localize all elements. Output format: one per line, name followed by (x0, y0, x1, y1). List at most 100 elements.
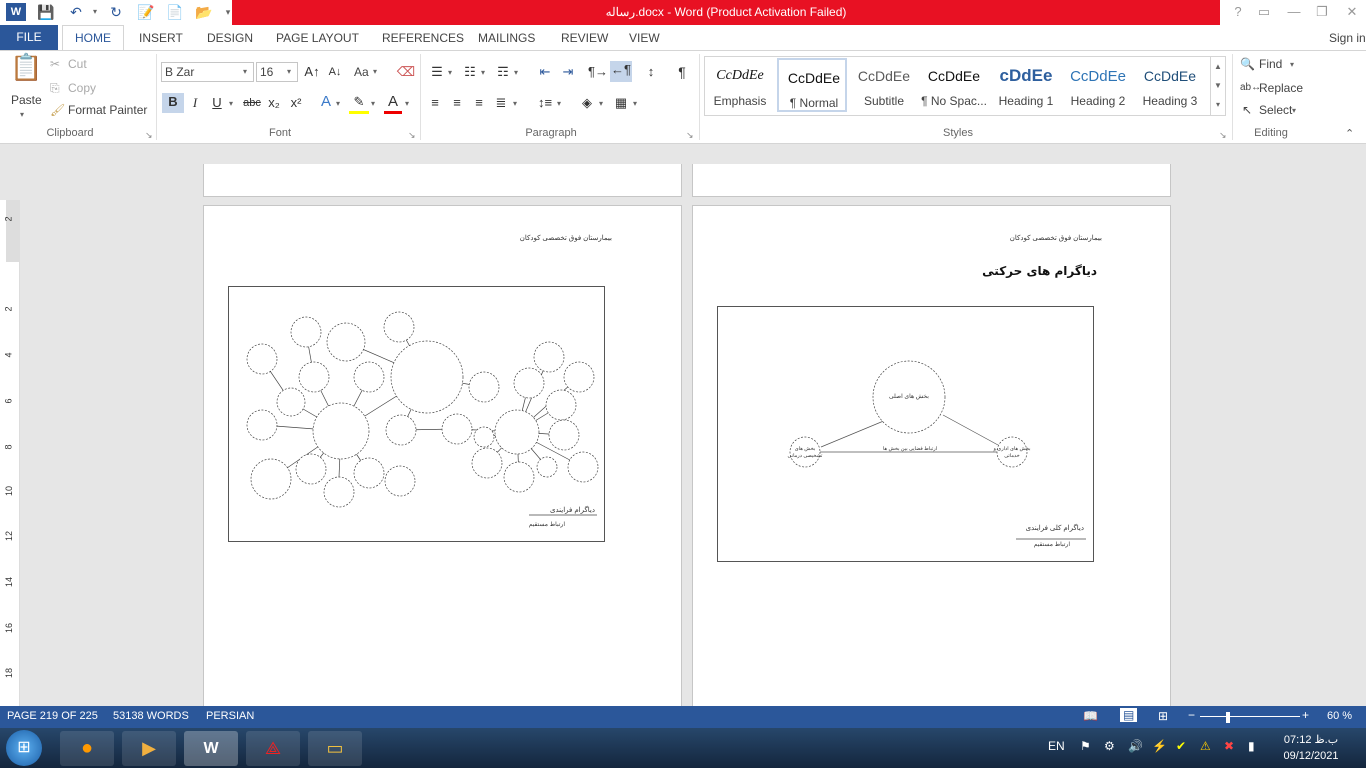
redo-icon[interactable]: ↻ (106, 3, 126, 21)
find-dropdown-icon[interactable]: ▾ (1290, 56, 1294, 74)
highlight-icon[interactable]: ✎ (349, 93, 369, 114)
clock-time[interactable]: 07:12 ب.ظ (1278, 733, 1344, 746)
word-taskbar-icon[interactable]: W (184, 731, 238, 766)
sort-icon[interactable]: ↕ (642, 63, 660, 81)
warning-icon[interactable]: ⚠ (1200, 739, 1211, 753)
undo-dropdown-icon[interactable]: ▾ (85, 3, 105, 21)
ltr-icon[interactable]: ¶→ (588, 63, 608, 81)
line-spacing-icon[interactable]: ↕≡ (535, 94, 555, 112)
shrink-font-icon[interactable]: A↓ (325, 63, 345, 81)
close-button[interactable]: ✕ (1340, 3, 1364, 21)
find-button[interactable]: Find (1259, 55, 1282, 73)
bullets-icon[interactable]: ☰ (428, 63, 446, 81)
collapse-ribbon-icon[interactable]: ⌃ (1345, 125, 1354, 143)
clock-date[interactable]: 09/12/2021 (1278, 750, 1344, 762)
font-size-dropdown-icon[interactable]: ▾ (287, 63, 291, 81)
tab-references[interactable]: REFERENCES (382, 29, 464, 47)
zoom-slider[interactable] (1200, 716, 1300, 717)
web-layout-icon[interactable]: ⊞ (1158, 709, 1168, 723)
action-center-icon[interactable]: ✖ (1224, 739, 1234, 753)
input-language[interactable]: EN (1048, 739, 1065, 753)
minimize-button[interactable]: — (1282, 3, 1306, 21)
font-launcher-icon[interactable]: ↘ (408, 126, 416, 144)
start-button[interactable]: ⊞ (6, 730, 42, 766)
line-spacing-dropdown-icon[interactable]: ▾ (557, 95, 561, 113)
text-effects-icon[interactable]: A (317, 93, 335, 111)
zoom-in-button[interactable]: + (1302, 708, 1309, 722)
style-no-spacing[interactable]: CcDdEe ¶ No Spac... (919, 58, 989, 113)
tab-mailings[interactable]: MAILINGS (478, 29, 535, 47)
change-case-dropdown-icon[interactable]: ▾ (373, 63, 377, 81)
shading-dropdown-icon[interactable]: ▾ (599, 95, 603, 113)
tab-file[interactable]: FILE (0, 25, 58, 50)
font-name-dropdown-icon[interactable]: ▾ (243, 63, 247, 81)
firefox-icon[interactable]: ● (60, 731, 114, 766)
change-case-button[interactable]: Aa (354, 63, 369, 81)
borders-dropdown-icon[interactable]: ▾ (633, 95, 637, 113)
page-count[interactable]: PAGE 219 OF 225 (7, 710, 98, 722)
paste-button[interactable]: Paste (11, 91, 42, 109)
explorer-icon[interactable]: ▭ (308, 731, 362, 766)
justify-icon[interactable]: ≣ (492, 94, 510, 112)
increase-indent-icon[interactable]: ⇥ (558, 63, 578, 81)
styles-scroll[interactable]: ▲ ▼ ▾ (1210, 57, 1225, 115)
undo-icon[interactable]: ↶ (66, 3, 86, 21)
format-painter-button[interactable]: Format Painter (68, 101, 147, 119)
strikethrough-button[interactable]: abc (241, 94, 263, 112)
justify-dropdown-icon[interactable]: ▾ (513, 95, 517, 113)
word-count[interactable]: 53138 WORDS (113, 710, 189, 722)
select-dropdown-icon[interactable]: ▾ (1292, 102, 1296, 120)
text-effects-dropdown-icon[interactable]: ▾ (336, 95, 340, 113)
ribbon-options-button[interactable]: ▭ (1252, 3, 1276, 21)
multilevel-dropdown-icon[interactable]: ▾ (514, 64, 518, 82)
style-heading-3[interactable]: CcDdEe Heading 3 (1135, 58, 1205, 113)
grow-font-icon[interactable]: A↑ (302, 63, 322, 81)
restore-button[interactable]: ❐ (1310, 3, 1334, 21)
align-right-icon[interactable]: ≡ (470, 94, 488, 112)
print-preview-icon[interactable]: 📄 (165, 3, 185, 21)
open-icon[interactable]: 📂 (194, 3, 214, 21)
tab-page-layout[interactable]: PAGE LAYOUT (276, 29, 359, 47)
select-button[interactable]: Select (1259, 101, 1292, 119)
new-doc-icon[interactable]: 📝 (136, 3, 156, 21)
save-icon[interactable]: 💾 (36, 3, 56, 21)
style-normal[interactable]: CcDdEe ¶ Normal (777, 58, 847, 112)
rtl-icon[interactable]: ←¶ (610, 61, 632, 82)
font-size-select[interactable]: 16 (256, 62, 298, 82)
tab-view[interactable]: VIEW (629, 29, 660, 47)
highlight-dropdown-icon[interactable]: ▾ (371, 95, 375, 113)
copy-button[interactable]: Copy (68, 79, 96, 97)
zoom-out-button[interactable]: − (1188, 708, 1195, 722)
bullets-dropdown-icon[interactable]: ▾ (448, 64, 452, 82)
italic-button[interactable]: I (186, 94, 204, 112)
tray-network-icon[interactable]: ⚑ (1080, 739, 1091, 753)
tab-insert[interactable]: INSERT (139, 29, 183, 47)
language-indicator[interactable]: PERSIAN (206, 710, 254, 722)
signal-icon[interactable]: ▮ (1248, 739, 1255, 753)
borders-icon[interactable]: ▦ (611, 94, 631, 112)
styles-launcher-icon[interactable]: ↘ (1219, 126, 1227, 144)
help-button[interactable]: ? (1226, 3, 1250, 21)
cut-button[interactable]: Cut (68, 55, 87, 73)
align-center-icon[interactable]: ≡ (448, 94, 466, 112)
underline-dropdown-icon[interactable]: ▾ (229, 95, 233, 113)
numbering-dropdown-icon[interactable]: ▾ (481, 64, 485, 82)
tab-home[interactable]: HOME (62, 25, 124, 51)
underline-button[interactable]: U (208, 94, 226, 112)
paragraph-launcher-icon[interactable]: ↘ (686, 126, 694, 144)
font-color-dropdown-icon[interactable]: ▾ (405, 95, 409, 113)
font-name-select[interactable]: B Zar (161, 62, 254, 82)
subscript-button[interactable]: x₂ (264, 94, 284, 112)
superscript-button[interactable]: x² (286, 94, 306, 112)
align-left-icon[interactable]: ≡ (426, 94, 444, 112)
media-player-icon[interactable]: ▶ (122, 731, 176, 766)
numbering-icon[interactable]: ☷ (461, 63, 479, 81)
tab-design[interactable]: DESIGN (207, 29, 253, 47)
sign-in-link[interactable]: Sign in (1329, 29, 1366, 47)
tab-review[interactable]: REVIEW (561, 29, 608, 47)
shading-icon[interactable]: ◈ (577, 94, 597, 112)
clipboard-launcher-icon[interactable]: ↘ (145, 126, 153, 144)
volume-icon[interactable]: 🔊 (1128, 739, 1143, 753)
paste-icon[interactable]: 📋 (10, 54, 42, 90)
style-heading-2[interactable]: CcDdEe Heading 2 (1063, 58, 1133, 113)
